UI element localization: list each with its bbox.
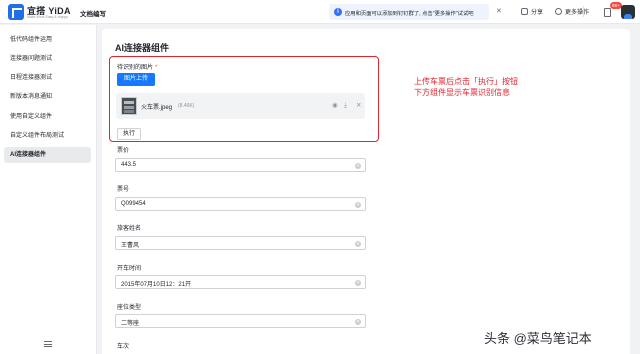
field-label-ticket-number: 票号 [117, 187, 130, 193]
field-label-train-number: 车次 [117, 344, 130, 350]
document-icon[interactable] [604, 8, 611, 17]
clear-icon[interactable]: ✕ [355, 201, 361, 208]
watermark: 头条 @菜鸟笔记本 [484, 331, 592, 346]
app-title[interactable]: 文档编写 [80, 8, 106, 18]
field-label-departure-time: 开车时间 [117, 266, 142, 272]
clear-icon[interactable]: ✕ [355, 162, 361, 169]
departure-time-input[interactable]: 2015年07月10日12：21开 ✕ [115, 275, 366, 289]
ticket-number-value: Q099454 [121, 201, 146, 207]
field-label-price: 票价 [117, 148, 130, 154]
image-field-label-text: 待识别的图片 [117, 65, 154, 71]
clear-icon[interactable]: ✕ [355, 318, 361, 325]
sidebar-item-message-notify[interactable]: 新版本消息通知 [4, 89, 91, 105]
field-label-passenger-name: 旅客姓名 [117, 226, 142, 232]
yida-logo-icon[interactable] [8, 4, 24, 20]
share-label: 分享 [531, 10, 544, 16]
preview-eye-icon[interactable]: ◉ [332, 102, 338, 109]
departure-time-value: 2015年07月10日12：21开 [121, 282, 192, 288]
top-header: 宜搭 YiDA Make Work Easy & Happy 文档编写 i 应用… [0, 0, 640, 24]
uploaded-file-item: 火车票.jpeg (8.46K) ◉ ⤓ ✕ [116, 93, 365, 119]
avatar[interactable] [621, 5, 635, 19]
sidebar-item-connector-test[interactable]: 连接器问题测试 [4, 51, 91, 67]
more-icon [555, 8, 562, 15]
annotation-text: 上传车票后点击「执行」按钮 下方组件显示车票识别信息 [414, 77, 518, 98]
annotation-line-1: 上传车票后点击「执行」按钮 [414, 77, 518, 86]
price-input[interactable]: 443.5 ✕ [115, 158, 366, 172]
collapse-sidebar-icon[interactable] [44, 341, 52, 347]
sidebar-item-ai-connector[interactable]: AI连接器组件 [4, 147, 91, 163]
form-panel: AI连接器组件 待识别的图片 * 图片上传 火车票.jpeg (8.46K) ◉ … [102, 29, 630, 354]
more-actions-label: 更多操作 [565, 10, 590, 16]
price-value: 443.5 [121, 162, 137, 168]
logo-tagline: Make Work Easy & Happy [27, 15, 68, 19]
sidebar-item-custom-layout[interactable]: 自定义组件布局测试 [4, 128, 91, 144]
passenger-name-value: 王曹风 [121, 243, 140, 249]
image-field-label: 待识别的图片 * [117, 62, 157, 71]
upload-image-button[interactable]: 图片上传 [117, 73, 155, 86]
execute-button[interactable]: 执行 [117, 128, 141, 140]
required-mark: * [155, 65, 158, 71]
download-icon[interactable]: ⤓ [344, 102, 347, 109]
passenger-name-input[interactable]: 王曹风 ✕ [115, 236, 366, 250]
file-size: (8.46K) [178, 102, 195, 109]
notice-banner: i 应用和页面可以添加到钉钉群了, 点击"更多操作"试试吧 [329, 4, 489, 20]
share-icon [521, 8, 528, 15]
sidebar: 低代码组件运用 连接器问题测试 日程连接器测试 新版本消息通知 使用自定义组件 … [0, 25, 97, 354]
file-name: 火车票.jpeg [141, 105, 173, 111]
annotation-line-2: 下方组件显示车票识别信息 [414, 87, 510, 97]
page-title: AI连接器组件 [115, 43, 170, 53]
ticket-number-input[interactable]: Q099454 ✕ [115, 197, 366, 211]
file-thumbnail[interactable] [121, 97, 137, 115]
field-label-seat-type: 座位类型 [117, 305, 142, 311]
seat-type-input[interactable]: 二等座 ✕ [115, 314, 366, 328]
sidebar-item-schedule-connector[interactable]: 日程连接器测试 [4, 70, 91, 86]
notice-close-icon[interactable]: ✕ [496, 7, 502, 15]
sidebar-item-lowcode[interactable]: 低代码组件运用 [4, 32, 91, 48]
toolbar-divider [583, 6, 584, 17]
seat-type-value: 二等座 [121, 321, 140, 327]
notification-badge: 99+ [610, 2, 622, 9]
remove-file-icon[interactable]: ✕ [356, 102, 361, 109]
share-button[interactable]: 分享 [521, 7, 543, 16]
info-icon: i [334, 8, 342, 16]
clear-icon[interactable]: ✕ [355, 240, 361, 247]
sidebar-item-custom-component[interactable]: 使用自定义组件 [4, 109, 91, 125]
clear-icon[interactable]: ✕ [355, 279, 361, 286]
notice-text: 应用和页面可以添加到钉钉群了, 点击"更多操作"试试吧 [345, 10, 474, 17]
